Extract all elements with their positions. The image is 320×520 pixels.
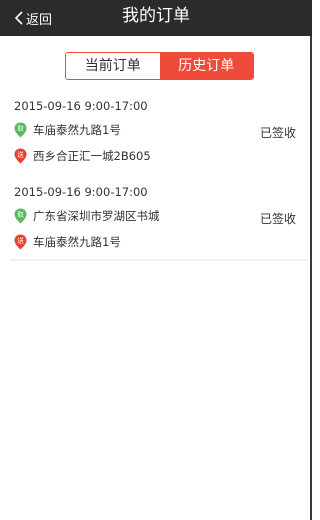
status-badge: 已签收 (259, 212, 296, 226)
tab-current-orders[interactable]: 当前订单 (66, 53, 160, 79)
pickup-address: 广东省深圳市罗湖区书城 (33, 209, 160, 223)
svg-text:取: 取 (17, 125, 24, 133)
svg-text:送: 送 (17, 150, 24, 159)
tab-history-orders[interactable]: 历史订单 (159, 53, 253, 79)
green-map-pin-icon: 取 (14, 122, 27, 138)
delivery-address: 车庙泰然九路1号 (33, 235, 121, 249)
svg-text:取: 取 (17, 211, 24, 219)
red-map-pin-icon: 送 (14, 148, 27, 164)
green-map-pin-icon: 取 (14, 208, 27, 224)
delivery-address-row[interactable]: 送 西乡合正汇一城2B605 (14, 148, 304, 164)
svg-text:送: 送 (17, 236, 24, 245)
back-label: 返回 (26, 12, 53, 28)
list-divider (10, 259, 308, 261)
top-bar: 返回 我的订单 (0, 0, 312, 36)
red-map-pin-icon: 送 (14, 234, 27, 250)
chevron-left-icon (14, 11, 23, 25)
order-time: 2015-09-16 9:00-17:00 (14, 185, 148, 199)
pickup-address: 车庙泰然九路1号 (33, 123, 121, 137)
order-time: 2015-09-16 9:00-17:00 (14, 99, 148, 113)
order-tabs: 当前订单 历史订单 (65, 52, 254, 80)
scroll-edge (310, 36, 312, 520)
status-badge: 已签收 (259, 126, 296, 140)
delivery-address-row[interactable]: 送 车庙泰然九路1号 (14, 234, 304, 250)
back-button[interactable]: 返回 (14, 0, 52, 36)
delivery-address: 西乡合正汇一城2B605 (33, 149, 151, 163)
